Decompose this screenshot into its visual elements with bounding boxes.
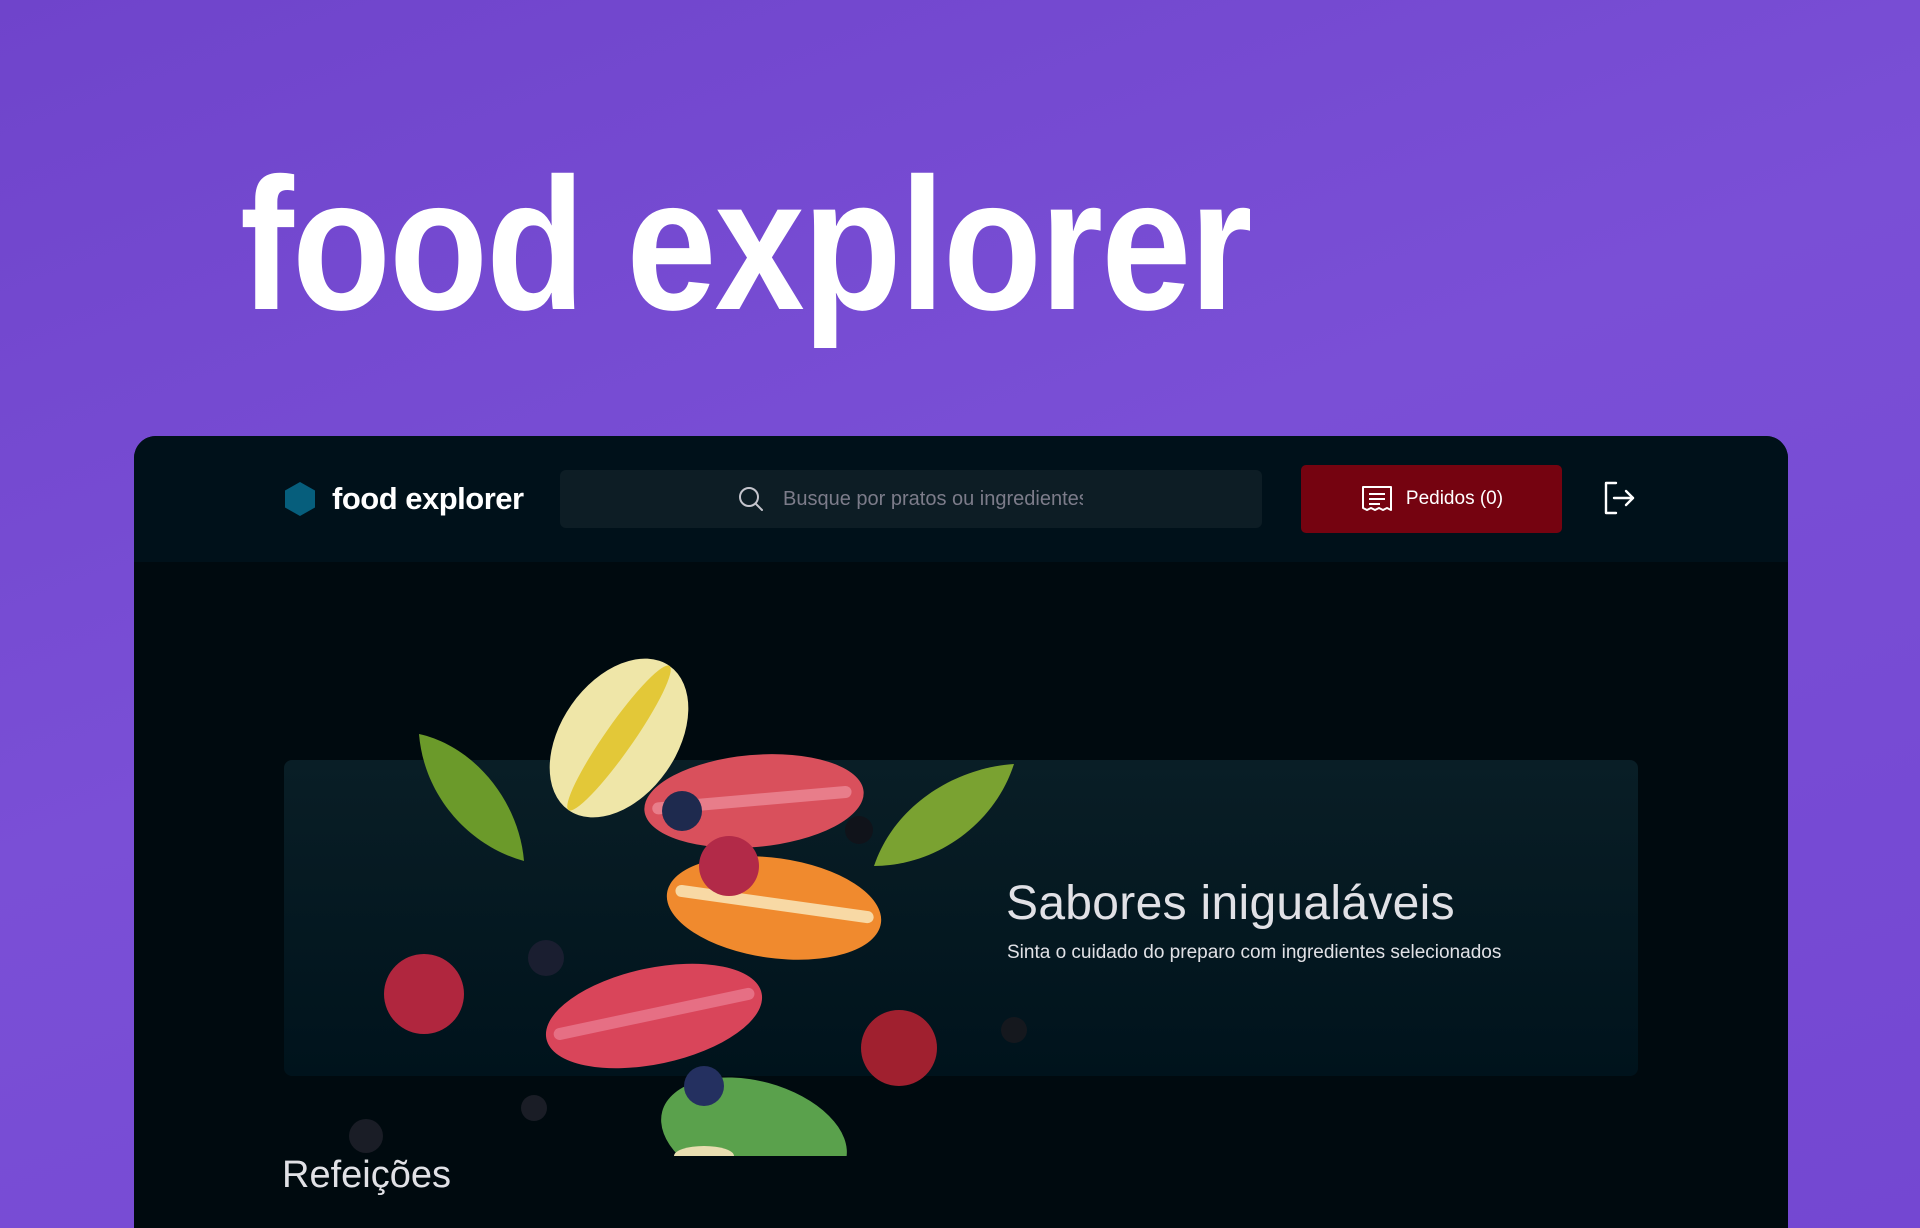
app-header: food explorer Pedidos (0) xyxy=(134,436,1788,562)
receipt-icon xyxy=(1361,486,1392,511)
hero-title: food explorer xyxy=(240,139,1252,349)
search-input[interactable] xyxy=(781,486,1085,512)
logo-text: food explorer xyxy=(332,481,524,516)
logout-icon[interactable] xyxy=(1602,480,1636,516)
macarons-illustration xyxy=(349,658,1027,1156)
logo[interactable]: food explorer xyxy=(282,481,524,517)
section-title-meals: Refeições xyxy=(282,1154,451,1196)
banner-title: Sabores inigualáveis xyxy=(1006,877,1455,930)
search-box[interactable] xyxy=(560,470,1262,528)
hexagon-logo-icon xyxy=(285,482,315,516)
app-window: food explorer Pedidos (0) xyxy=(134,436,1788,1228)
banner-subtitle: Sinta o cuidado do preparo com ingredien… xyxy=(1007,942,1502,963)
orders-button-label: Pedidos (0) xyxy=(1405,488,1504,509)
orders-button[interactable]: Pedidos (0) xyxy=(1301,465,1562,533)
search-icon xyxy=(739,487,763,511)
